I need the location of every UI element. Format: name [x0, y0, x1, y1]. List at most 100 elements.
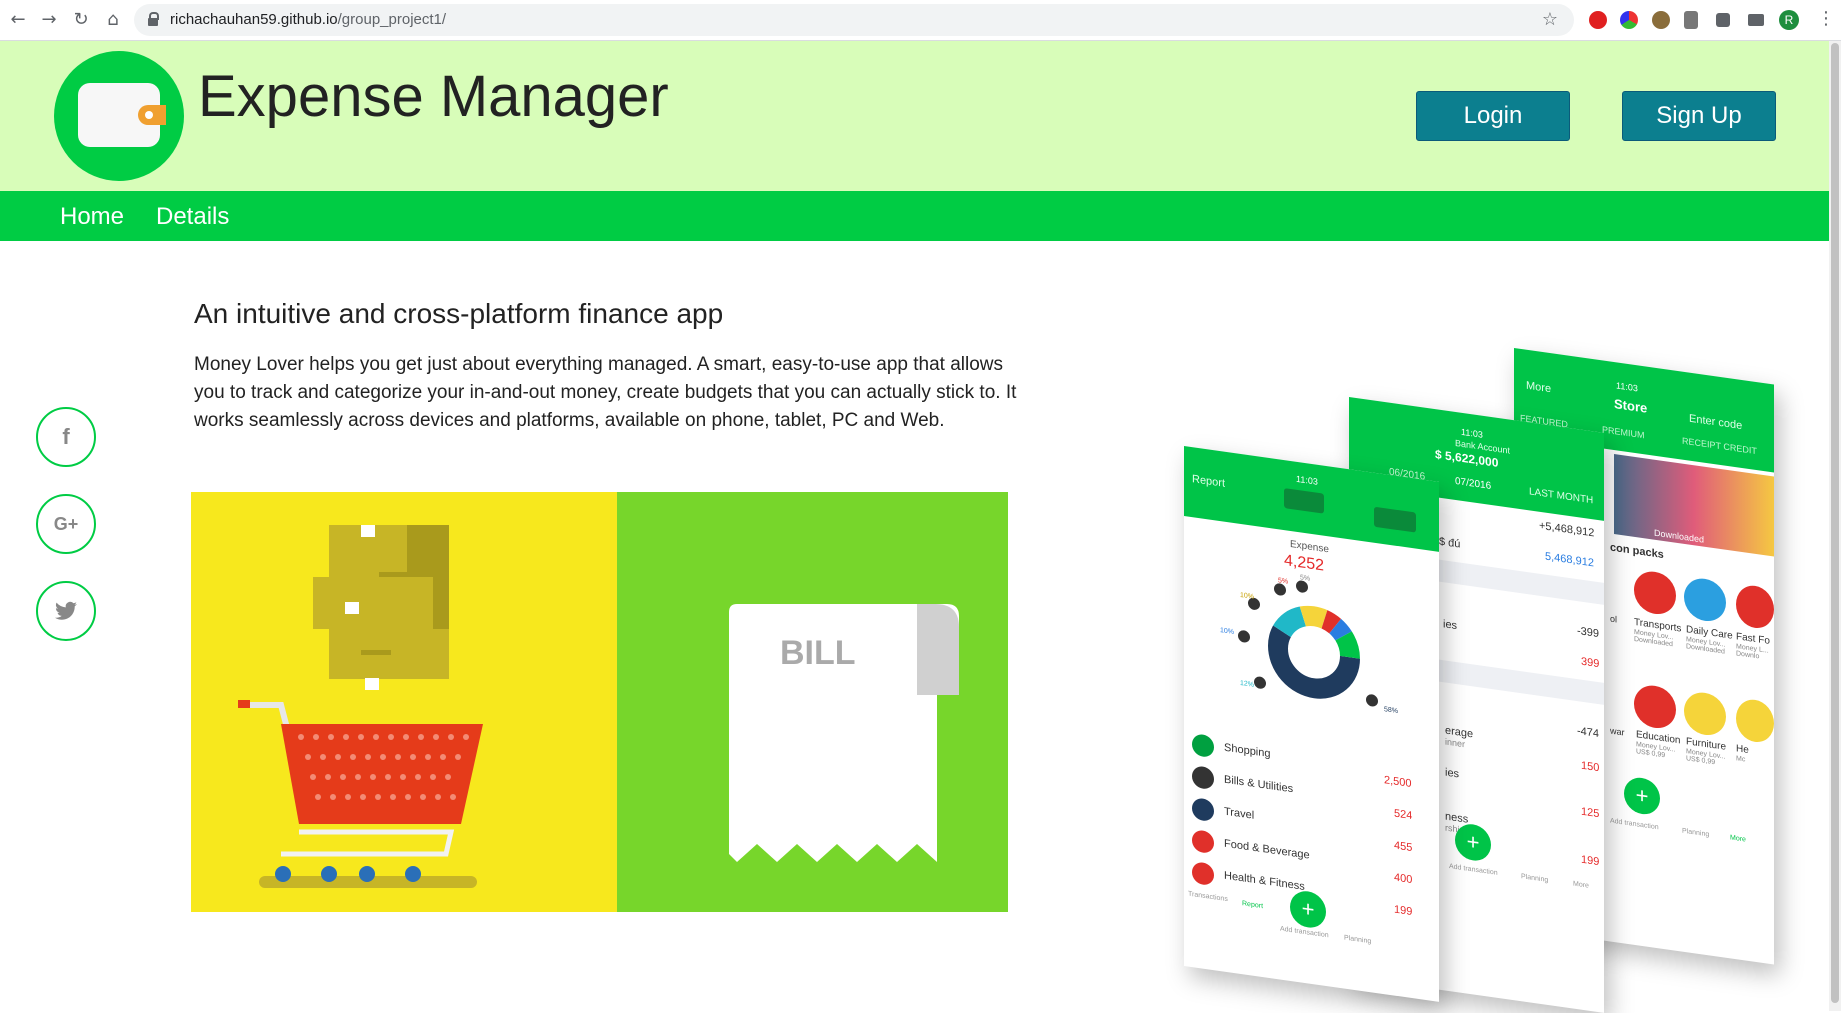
- bank-value-3: -399: [1577, 625, 1600, 641]
- scrollbar-thumb[interactable]: [1831, 43, 1839, 1003]
- bookmark-star-icon[interactable]: ☆: [1542, 9, 1558, 30]
- store-tab-more[interactable]: More: [1730, 834, 1746, 843]
- extensions-puzzle-icon[interactable]: [1716, 13, 1730, 27]
- pct-label-1: 5%: [1278, 577, 1289, 586]
- media-controls-icon[interactable]: [1748, 14, 1764, 26]
- report-tab-planning[interactable]: Planning: [1344, 934, 1371, 945]
- row-shopping-name[interactable]: Shopping: [1224, 742, 1271, 761]
- bank-value-7: 125: [1581, 805, 1600, 821]
- reload-icon[interactable]: ↻: [70, 9, 92, 31]
- food-icon: [1192, 829, 1214, 855]
- twitter-icon: [55, 601, 77, 620]
- row-bills-name[interactable]: Bills & Utilities: [1224, 774, 1293, 796]
- extension-adblock-icon[interactable]: [1589, 11, 1607, 29]
- store-item-he: He: [1736, 743, 1749, 756]
- section-description: Money Lover helps you get just about eve…: [194, 354, 1017, 431]
- health-icon[interactable]: [1736, 697, 1774, 745]
- health-fitness-icon: [1192, 861, 1214, 887]
- signup-button[interactable]: Sign Up: [1622, 91, 1776, 141]
- bank-tab-add[interactable]: Add transaction: [1449, 863, 1498, 877]
- bank-fragment-2: ies: [1443, 618, 1458, 633]
- store-add-button[interactable]: +: [1624, 775, 1660, 817]
- bills-icon: [1192, 765, 1214, 791]
- site-header: Expense Manager Login Sign Up: [0, 41, 1829, 191]
- report-tab-report[interactable]: Report: [1242, 900, 1263, 910]
- google-plus-button[interactable]: G+: [36, 494, 96, 554]
- forward-icon[interactable]: →: [38, 9, 60, 31]
- phone-report: 11:03 Report Expense 4,252 5% 5% 10% 10%…: [1184, 446, 1439, 1002]
- page-scrollbar[interactable]: [1829, 41, 1841, 1011]
- login-button[interactable]: Login: [1416, 91, 1570, 141]
- transports-icon[interactable]: [1634, 568, 1676, 617]
- bill-panel: BILL: [617, 492, 1008, 912]
- store-item-1a: ol: [1610, 613, 1618, 625]
- google-plus-icon: G+: [53, 514, 79, 534]
- bank-value-4: 399: [1581, 655, 1600, 671]
- bank-fragment-1: $ đú: [1439, 535, 1461, 551]
- extension-brown-icon[interactable]: [1652, 11, 1670, 29]
- back-icon[interactable]: ←: [7, 9, 29, 31]
- browser-menu-icon[interactable]: ⋮: [1817, 8, 1835, 29]
- shopping-bill-illustration: BILL: [191, 492, 1008, 912]
- row-food-name[interactable]: Food & Beverage: [1224, 838, 1310, 862]
- travel-icon: [1192, 797, 1214, 823]
- url-path: /group_project1/: [337, 11, 447, 28]
- extension-c-icon[interactable]: [1684, 11, 1698, 29]
- bank-divider-2: [1439, 659, 1604, 705]
- store-tab-planning[interactable]: Planning: [1682, 828, 1709, 839]
- bank-add-button[interactable]: +: [1455, 821, 1491, 863]
- store-item-2a: war: [1610, 725, 1625, 738]
- extension-color-icon[interactable]: [1620, 11, 1638, 29]
- nav-home-link[interactable]: Home: [60, 203, 124, 231]
- bank-tab-more[interactable]: More: [1573, 880, 1589, 889]
- bank-tab-planning[interactable]: Planning: [1521, 873, 1548, 884]
- report-tab-add[interactable]: Add transaction: [1280, 925, 1329, 939]
- main-nav: Home Details: [0, 191, 1829, 241]
- furniture-icon[interactable]: [1684, 689, 1726, 738]
- pct-label-2: 5%: [1300, 574, 1311, 583]
- row-bills-value: 2,500: [1384, 774, 1412, 790]
- row-health-name[interactable]: Health & Fitness: [1224, 870, 1305, 893]
- store-tab-add[interactable]: Add transaction: [1610, 817, 1659, 831]
- store-section-title: con packs: [1610, 541, 1664, 562]
- url-host: richachauhan59.github.io: [170, 11, 338, 28]
- bank-value-5: -474: [1577, 725, 1600, 741]
- row-food-value: 455: [1394, 839, 1413, 855]
- report-add-button[interactable]: +: [1290, 888, 1326, 930]
- expense-value: 4,252: [1284, 552, 1325, 575]
- bank-value-2: 5,468,912: [1545, 550, 1594, 570]
- twitter-button[interactable]: [36, 581, 96, 641]
- facebook-icon: f: [62, 424, 70, 449]
- url-text: richachauhan59.github.io/group_project1/: [170, 11, 446, 28]
- row-travel-name[interactable]: Travel: [1224, 806, 1254, 822]
- bill-label: BILL: [780, 634, 856, 672]
- address-bar[interactable]: richachauhan59.github.io/group_project1/…: [134, 4, 1574, 36]
- bank-fragment-4: inner: [1445, 736, 1466, 750]
- row-extra-value: 199: [1394, 903, 1413, 919]
- bank-value-1: +5,468,912: [1539, 519, 1595, 540]
- shopping-icon: [1192, 733, 1214, 759]
- bank-fragment-5: ies: [1445, 766, 1460, 781]
- bank-value-8: 199: [1581, 853, 1600, 869]
- wallet-logo-icon[interactable]: [54, 51, 184, 181]
- home-icon[interactable]: ⌂: [102, 9, 124, 31]
- wallet-icon: [78, 83, 166, 147]
- shopping-panel: [191, 492, 617, 912]
- lock-icon[interactable]: [148, 12, 159, 26]
- wallet-clasp: [138, 105, 166, 125]
- facebook-button[interactable]: f: [36, 407, 96, 467]
- section-subtitle: An intuitive and cross-platform finance …: [194, 298, 724, 329]
- fast-food-icon[interactable]: [1736, 583, 1774, 631]
- site-title: Expense Manager: [198, 64, 669, 129]
- nav-details-link[interactable]: Details: [156, 203, 229, 231]
- shopping-cart-icon: [238, 525, 483, 888]
- row-health-value: 400: [1394, 871, 1413, 887]
- store-item-he-sub: Mc: [1736, 755, 1746, 764]
- bill-receipt-icon: [729, 604, 959, 862]
- report-tab-transactions[interactable]: Transactions: [1188, 891, 1228, 904]
- education-icon[interactable]: [1634, 682, 1676, 731]
- profile-avatar[interactable]: R: [1779, 10, 1799, 30]
- daily-care-icon[interactable]: [1684, 575, 1726, 624]
- bank-value-6: 150: [1581, 759, 1600, 775]
- browser-toolbar: ← → ↻ ⌂ richachauhan59.github.io/group_p…: [0, 0, 1841, 41]
